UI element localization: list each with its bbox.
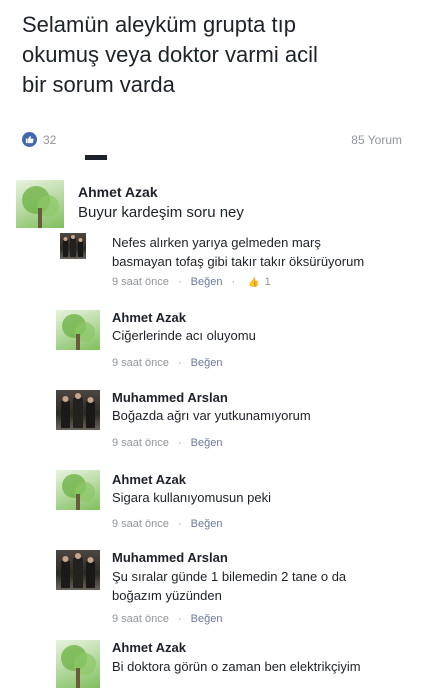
reply-text: Ciğerlerinde acı oluyomu <box>112 328 256 343</box>
photo-avatar-icon[interactable] <box>56 390 100 430</box>
reply-line: Nefes alırken yarıya gelmeden marş <box>112 235 321 250</box>
post-line: Selamün aleyküm grupta tıp <box>22 12 296 37</box>
separator: · <box>177 518 182 531</box>
comment-author[interactable]: Ahmet Azak <box>112 640 186 655</box>
comment-author[interactable]: Ahmet Azak <box>112 310 186 325</box>
separator: · <box>177 437 182 450</box>
like-button[interactable]: Beğen <box>191 518 223 530</box>
reply-line: basmayan tofaş gibi takır takır öksürüyo… <box>112 254 365 269</box>
tree-avatar-icon[interactable] <box>56 640 100 688</box>
photo-avatar-icon[interactable] <box>60 233 86 259</box>
comment-author[interactable]: Muhammed Arslan <box>112 390 228 405</box>
reply-text: Boğazda ağrı var yutkunamıyorum <box>112 408 311 423</box>
reply-meta: 9 saat önce · Beğen <box>112 518 222 530</box>
like-count[interactable]: 32 <box>43 133 56 147</box>
separator: · <box>177 357 182 370</box>
like-button[interactable]: Beğen <box>191 613 223 625</box>
reply-like-count[interactable]: 1 <box>265 276 271 288</box>
divider <box>85 155 107 160</box>
reply-line: boğazım yüzünden <box>112 588 222 603</box>
timestamp[interactable]: 9 saat önce <box>112 276 169 288</box>
comment-author[interactable]: Ahmet Azak <box>112 472 186 487</box>
reply-meta: 9 saat önce · Beğen <box>112 613 222 625</box>
post-text: Selamün aleyküm grupta tıp okumuş veya d… <box>22 10 422 100</box>
reactions-bar: 32 85 Yorum <box>22 130 402 150</box>
timestamp[interactable]: 9 saat önce <box>112 518 169 530</box>
like-button[interactable]: Beğen <box>191 437 223 449</box>
timestamp[interactable]: 9 saat önce <box>112 613 169 625</box>
timestamp[interactable]: 9 saat önce <box>112 437 169 449</box>
reply-item: Nefes alırken yarıya gelmeden marş basma… <box>60 233 430 293</box>
tree-avatar-icon[interactable] <box>56 470 100 510</box>
separator: · <box>177 276 182 289</box>
reply-line: Şu sıralar günde 1 bilemedin 2 tane o da <box>112 569 347 584</box>
tree-avatar-icon[interactable] <box>16 180 64 228</box>
comment-author[interactable]: Ahmet Azak <box>78 184 158 200</box>
post-line: okumuş veya doktor varmi acil <box>22 42 318 67</box>
separator: · <box>177 613 182 626</box>
main-comment: Ahmet Azak Buyur kardeşim soru ney <box>16 180 426 230</box>
reply-meta: 9 saat önce · Beğen · 👍 1 <box>112 276 271 288</box>
post-line: bir sorum varda <box>22 72 175 97</box>
timestamp[interactable]: 9 saat önce <box>112 357 169 369</box>
reply-text: Şu sıralar günde 1 bilemedin 2 tane o da… <box>112 567 346 605</box>
reply-item: Muhammed Arslan Şu sıralar günde 1 bilem… <box>56 550 426 628</box>
comment-count[interactable]: 85 Yorum <box>351 133 402 147</box>
thumbs-up-icon: 👍 <box>248 276 260 287</box>
reply-item: Ahmet Azak Bi doktora görün o zaman ben … <box>56 640 426 693</box>
like-reaction-icon[interactable] <box>22 132 37 147</box>
reply-item: Ahmet Azak Sigara kullanıyomusun peki 9 … <box>56 470 426 532</box>
reply-item: Muhammed Arslan Boğazda ağrı var yutkuna… <box>56 390 426 452</box>
comment-text: Buyur kardeşim soru ney <box>78 204 244 221</box>
reply-text: Bi doktora görün o zaman ben elektrikçiy… <box>112 659 361 674</box>
reply-meta: 9 saat önce · Beğen <box>112 437 222 449</box>
reply-text: Nefes alırken yarıya gelmeden marş basma… <box>112 233 364 271</box>
reply-meta: 9 saat önce · Beğen <box>112 357 222 369</box>
separator: · <box>231 276 236 289</box>
tree-avatar-icon[interactable] <box>56 310 100 350</box>
comment-author[interactable]: Muhammed Arslan <box>112 550 228 565</box>
reply-text: Sigara kullanıyomusun peki <box>112 490 271 505</box>
reply-item: Ahmet Azak Ciğerlerinde acı oluyomu 9 sa… <box>56 310 426 372</box>
photo-avatar-icon[interactable] <box>56 550 100 590</box>
like-button[interactable]: Beğen <box>191 276 223 288</box>
like-button[interactable]: Beğen <box>191 357 223 369</box>
